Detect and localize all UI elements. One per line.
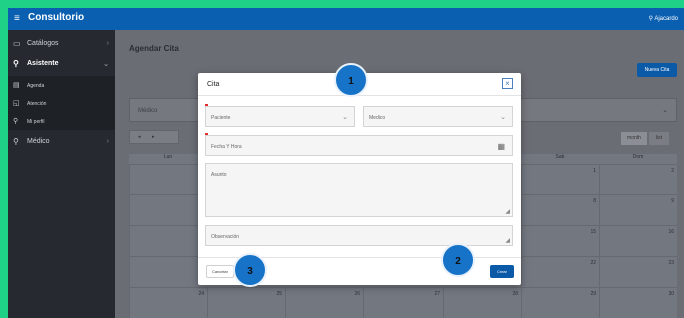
chevron-down-icon: ⌄ bbox=[662, 107, 668, 114]
calendar-nav: ◂ ▸ bbox=[129, 130, 179, 144]
observacion-placeholder: Observación bbox=[211, 234, 240, 240]
folder-icon: ▭ bbox=[13, 39, 21, 48]
calendar-day-cell[interactable]: 27 bbox=[363, 287, 443, 318]
calendar-day-cell[interactable]: 2 bbox=[599, 164, 677, 194]
asunto-textarea[interactable]: Asunto ◢ bbox=[205, 163, 513, 217]
sidebar-subitem-atencion[interactable]: ◱ Atención bbox=[8, 94, 115, 112]
calendar-day-cell[interactable]: 9 bbox=[599, 194, 677, 225]
calendar-day-cell[interactable]: 26 bbox=[285, 287, 363, 318]
calendar-day-cell[interactable]: 24 bbox=[129, 287, 207, 318]
sidebar-item-medico[interactable]: ⚲ Médico › bbox=[8, 132, 115, 152]
sidebar-item-label: Catálogos bbox=[27, 40, 59, 47]
sidebar-item-catalogos[interactable]: ▭ Catálogos › bbox=[8, 34, 115, 54]
resize-handle-icon[interactable]: ◢ bbox=[505, 237, 510, 244]
calendar-day-cell[interactable] bbox=[129, 256, 207, 287]
chevron-right-icon: › bbox=[106, 40, 109, 47]
user-icon: ⚲ bbox=[13, 137, 19, 146]
step-marker-1: 1 bbox=[334, 63, 368, 97]
medico-placeholder: Medico bbox=[369, 115, 386, 121]
cancel-button[interactable]: Cancelar bbox=[206, 265, 234, 278]
page-title: Agendar Cita bbox=[129, 44, 179, 53]
medico-select[interactable]: Medico ⌄ bbox=[363, 106, 513, 127]
calendar-day-cell[interactable]: 8 bbox=[521, 194, 599, 225]
calendar-day-cell[interactable]: 16 bbox=[599, 225, 677, 256]
day-header: Sab bbox=[555, 154, 565, 160]
day-number: 23 bbox=[668, 260, 674, 266]
clipboard-icon: ◱ bbox=[13, 100, 20, 107]
asunto-placeholder: Asunto bbox=[211, 172, 227, 178]
day-number: 1 bbox=[593, 168, 596, 174]
calendar-day-cell[interactable]: 25 bbox=[207, 287, 285, 318]
day-header: Lun bbox=[163, 154, 173, 160]
calendar-day-cell[interactable]: 1 bbox=[521, 164, 599, 194]
day-number: 28 bbox=[512, 291, 518, 297]
next-icon[interactable]: ▸ bbox=[152, 134, 155, 140]
user-icon: ⚲ bbox=[13, 59, 19, 68]
sidebar-item-label: Médico bbox=[27, 138, 50, 145]
step-marker-3: 3 bbox=[233, 253, 267, 287]
sidebar-item-asistente[interactable]: ⚲ Asistente ⌄ bbox=[8, 54, 115, 74]
view-month-button[interactable]: month bbox=[621, 132, 647, 145]
paciente-placeholder: Paciente bbox=[211, 115, 231, 121]
day-number: 27 bbox=[434, 291, 440, 297]
day-number: 16 bbox=[668, 229, 674, 235]
day-number: 24 bbox=[198, 291, 204, 297]
calendar-day-cell[interactable]: 29 bbox=[521, 287, 599, 318]
chevron-down-icon: ⌄ bbox=[500, 114, 506, 121]
app-title: Consultorio bbox=[28, 12, 85, 23]
day-number: 26 bbox=[354, 291, 360, 297]
calendar-day-cell[interactable] bbox=[129, 164, 207, 194]
calendar-day-cell[interactable]: 23 bbox=[599, 256, 677, 287]
calendar-icon[interactable]: ▦ bbox=[497, 142, 505, 151]
sidebar-subitem-label: Mi perfil bbox=[27, 119, 45, 125]
day-number: 9 bbox=[671, 198, 674, 204]
observacion-textarea[interactable]: Observación ◢ bbox=[205, 225, 513, 246]
modal-header-divider bbox=[198, 95, 521, 96]
top-bar: ≡ Consultorio ⚲ Ajacardo bbox=[8, 8, 684, 30]
medico-filter-label: Médico bbox=[138, 108, 158, 114]
calendar-day-cell[interactable]: 15 bbox=[521, 225, 599, 256]
day-header: Dom bbox=[632, 154, 644, 160]
fecha-placeholder: Fecha Y Hora bbox=[211, 144, 242, 150]
day-number: 29 bbox=[590, 291, 596, 297]
profile-icon: ⚲ bbox=[13, 118, 19, 125]
paciente-select[interactable]: Paciente ⌄ bbox=[205, 106, 355, 127]
calendar-day-cell[interactable]: 30 bbox=[599, 287, 677, 318]
user-name: Ajacardo bbox=[654, 16, 678, 22]
view-list-button[interactable]: list bbox=[649, 132, 669, 145]
sidebar-subitem-label: Agenda bbox=[27, 83, 45, 89]
calendar-day-cell[interactable] bbox=[129, 225, 207, 256]
sidebar: ▭ Catálogos › ⚲ Asistente ⌄ ▤ Agenda ◱ A… bbox=[8, 30, 115, 318]
calendar-day-cell[interactable]: 22 bbox=[521, 256, 599, 287]
create-button[interactable]: Crear bbox=[490, 265, 514, 278]
chevron-down-icon: ⌄ bbox=[342, 114, 348, 121]
close-icon[interactable]: × bbox=[502, 78, 513, 89]
sidebar-subitem-agenda[interactable]: ▤ Agenda bbox=[8, 76, 115, 94]
step-marker-2: 2 bbox=[441, 243, 475, 277]
resize-handle-icon[interactable]: ◢ bbox=[505, 208, 510, 215]
calendar-day-cell[interactable]: 28 bbox=[443, 287, 521, 318]
sidebar-subitem-label: Atención bbox=[27, 101, 47, 107]
user-menu[interactable]: ⚲ Ajacardo bbox=[649, 15, 678, 22]
calendar-icon: ▤ bbox=[13, 82, 20, 89]
app-window: ≡ Consultorio ⚲ Ajacardo ▭ Catálogos › ⚲… bbox=[8, 8, 684, 318]
sidebar-subitem-mi-perfil[interactable]: ⚲ Mi perfil bbox=[8, 112, 115, 130]
chevron-down-icon: ⌄ bbox=[103, 61, 109, 68]
calendar-day-cell[interactable] bbox=[129, 194, 207, 225]
day-number: 2 bbox=[671, 168, 674, 174]
sidebar-item-label: Asistente bbox=[27, 60, 59, 67]
modal-title: Cita bbox=[207, 81, 220, 88]
fecha-hora-input[interactable]: Fecha Y Hora ▦ bbox=[205, 135, 513, 156]
day-number: 30 bbox=[668, 291, 674, 297]
day-number: 22 bbox=[590, 260, 596, 266]
chevron-right-icon: › bbox=[106, 138, 109, 145]
hamburger-icon[interactable]: ≡ bbox=[14, 13, 20, 24]
new-appointment-button[interactable]: Nueva Cita bbox=[637, 63, 677, 77]
day-number: 15 bbox=[590, 229, 596, 235]
day-number: 8 bbox=[593, 198, 596, 204]
prev-icon[interactable]: ◂ bbox=[138, 134, 141, 140]
day-number: 25 bbox=[276, 291, 282, 297]
